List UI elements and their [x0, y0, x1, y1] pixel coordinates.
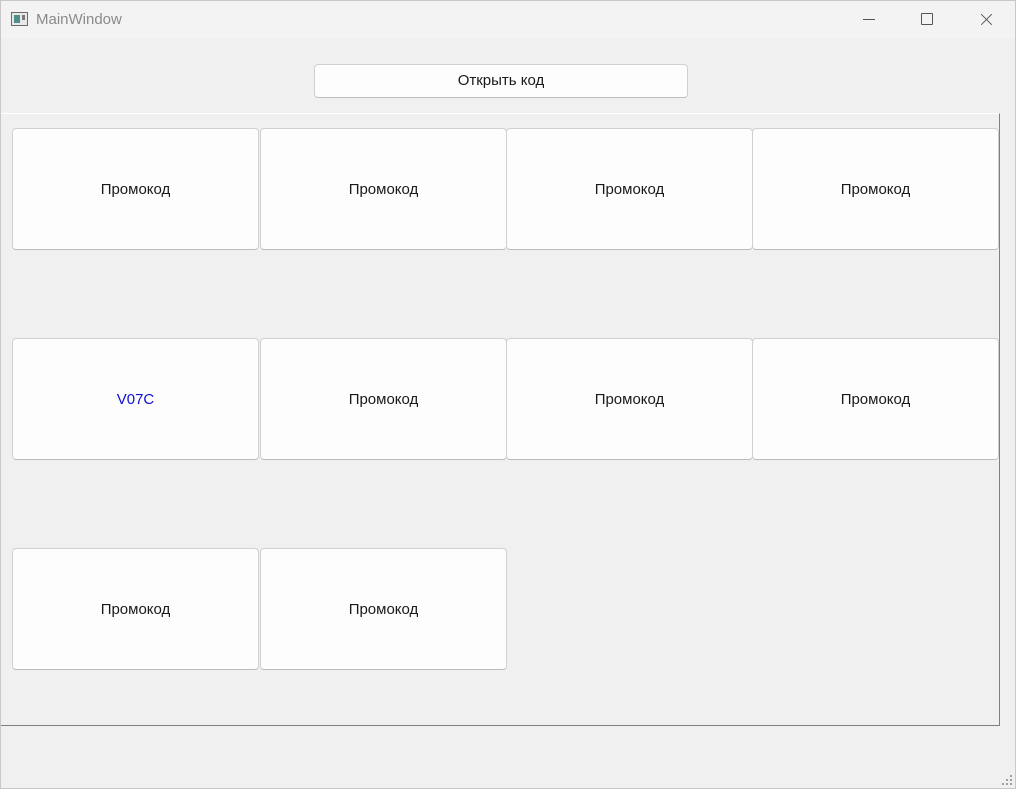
- promo-button-7[interactable]: Промокод: [506, 338, 753, 460]
- close-icon[interactable]: [956, 1, 1014, 38]
- app-icon: [11, 12, 28, 26]
- window-title: MainWindow: [36, 11, 122, 28]
- open-code-button[interactable]: Открыть код: [314, 64, 688, 98]
- promo-button-5[interactable]: V07C: [12, 338, 259, 460]
- promo-button-8[interactable]: Промокод: [752, 338, 999, 460]
- promo-button-4[interactable]: Промокод: [752, 128, 999, 250]
- promo-button-2[interactable]: Промокод: [260, 128, 507, 250]
- promo-button-6[interactable]: Промокод: [260, 338, 507, 460]
- promo-button-3[interactable]: Промокод: [506, 128, 753, 250]
- resize-grip-icon[interactable]: [1002, 775, 1012, 785]
- main-window: MainWindow Открыть код Промокод Промокод…: [0, 0, 1016, 789]
- title-bar[interactable]: MainWindow: [1, 1, 1015, 38]
- maximize-icon[interactable]: [898, 1, 956, 38]
- promo-button-1[interactable]: Промокод: [12, 128, 259, 250]
- promo-grid-area: Промокод Промокод Промокод Промокод V07C…: [1, 113, 1000, 726]
- promo-button-10[interactable]: Промокод: [260, 548, 507, 670]
- promo-button-9[interactable]: Промокод: [12, 548, 259, 670]
- minimize-icon[interactable]: [840, 1, 898, 38]
